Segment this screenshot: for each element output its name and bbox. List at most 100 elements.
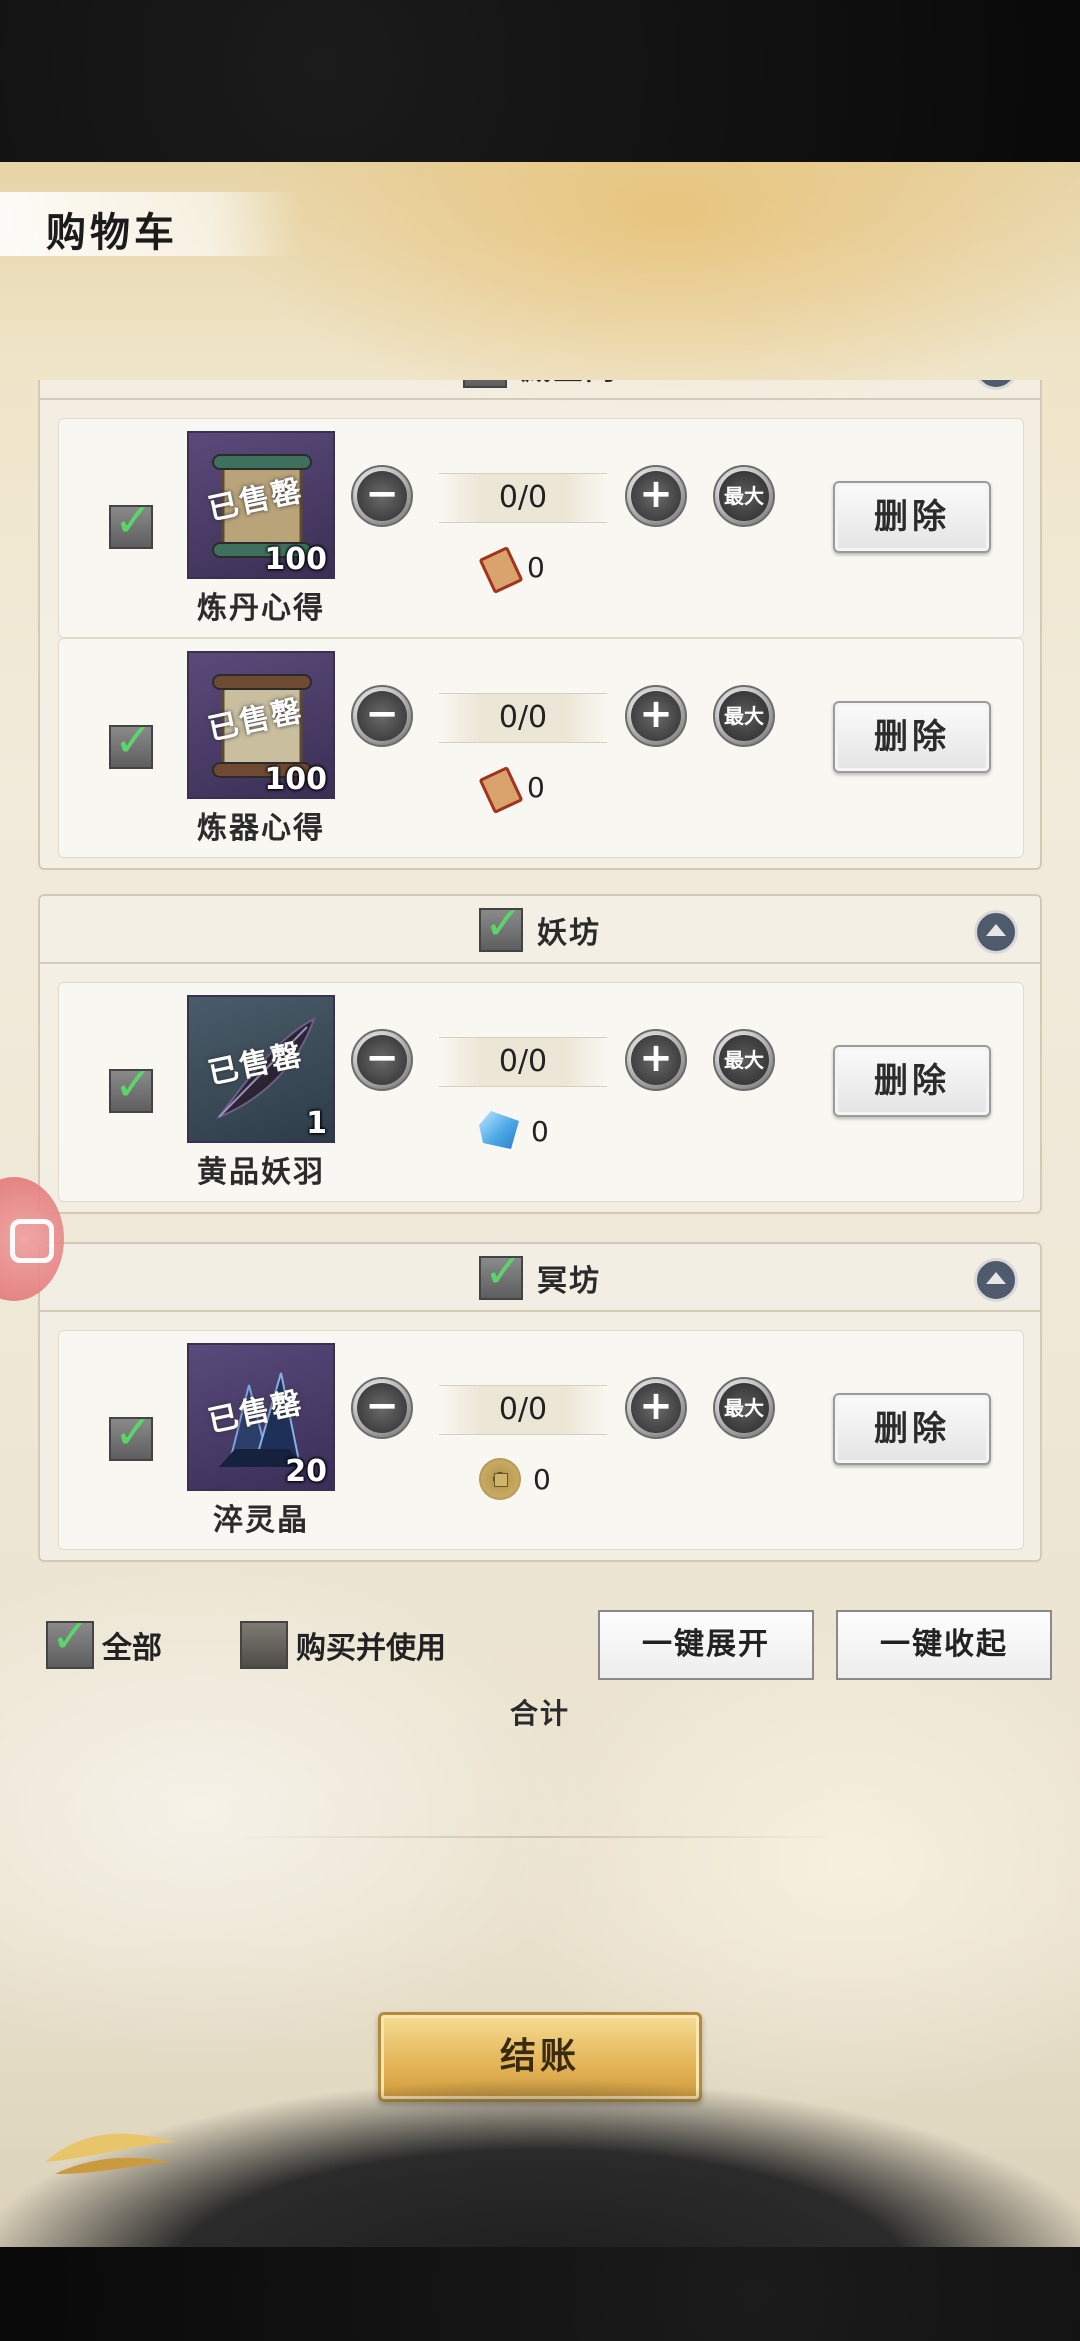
collapse-section-button[interactable]: [974, 380, 1018, 390]
price-value: 0: [533, 1462, 551, 1496]
shop-name: 藏宝阁: [521, 380, 617, 388]
delete-button[interactable]: 删除: [833, 701, 991, 773]
check-icon: ✓: [114, 493, 153, 547]
item-checkbox[interactable]: ✓: [109, 1061, 153, 1113]
plus-icon: +: [631, 1383, 681, 1433]
select-all-label: 全部: [102, 1631, 162, 1666]
gold-wisp-decoration: [45, 2133, 175, 2174]
max-button[interactable]: 最大: [713, 1377, 775, 1439]
max-button[interactable]: 最大: [713, 685, 775, 747]
collapse-section-button[interactable]: [974, 910, 1018, 954]
max-label: 最大: [719, 1035, 769, 1085]
item-icon-feather: 已售罄 1: [187, 995, 335, 1143]
item-count: 1: [306, 1106, 327, 1141]
shop-section-cangbaoge: ✓ 藏宝阁 ✓ 已售罄 100 炼丹心得 −: [38, 380, 1042, 870]
decrease-button[interactable]: −: [351, 465, 413, 527]
shop-checkbox[interactable]: ✓: [479, 900, 523, 952]
shop-section-yaofang: ✓ 妖坊 ✓ 已售罄 1 黄品妖羽 − 0/0 + 最大 0 删除: [38, 894, 1042, 1214]
check-icon: ✓: [114, 1405, 153, 1459]
delete-button[interactable]: 删除: [833, 1045, 991, 1117]
item-price: 0: [479, 767, 545, 807]
minus-icon: −: [357, 1383, 407, 1433]
increase-button[interactable]: +: [625, 1029, 687, 1091]
quantity-display: 0/0: [439, 473, 607, 523]
check-icon: ✓: [114, 1057, 153, 1111]
buy-and-use-label: 购买并使用: [296, 1631, 446, 1666]
item-price: 0: [479, 1458, 551, 1500]
scroll-currency-icon: [479, 767, 515, 807]
decrease-button[interactable]: −: [351, 685, 413, 747]
shop-name: 冥坊: [537, 1264, 601, 1299]
item-checkbox[interactable]: ✓: [109, 1409, 153, 1461]
price-value: 0: [527, 550, 545, 584]
max-label: 最大: [719, 471, 769, 521]
check-icon: ✓: [484, 896, 523, 950]
crystal-currency-icon: [479, 1111, 519, 1149]
coin-currency-icon: [479, 1458, 521, 1500]
chevron-up-icon: [986, 1272, 1006, 1284]
minus-icon: −: [357, 471, 407, 521]
max-label: 最大: [719, 1383, 769, 1433]
decrease-button[interactable]: −: [351, 1029, 413, 1091]
quantity-display: 0/0: [439, 693, 607, 743]
quantity-display: 0/0: [439, 1037, 607, 1087]
item-checkbox[interactable]: ✓: [109, 717, 153, 769]
quantity-display: 0/0: [439, 1385, 607, 1435]
item-count: 100: [264, 762, 327, 797]
minus-icon: −: [357, 1035, 407, 1085]
plus-icon: +: [631, 471, 681, 521]
cart-item-row: ✓ 已售罄 100 炼器心得 − 0/0 + 最大 0 删除: [58, 638, 1024, 858]
item-count: 20: [285, 1454, 327, 1489]
select-all-toggle[interactable]: ✓ 全部: [46, 1613, 162, 1670]
title-banner: 购物车: [0, 192, 300, 256]
decrease-button[interactable]: −: [351, 1377, 413, 1439]
check-icon: ✓: [51, 1609, 90, 1663]
plus-icon: +: [631, 1035, 681, 1085]
check-icon: ✓: [114, 713, 153, 767]
check-icon: ✓: [468, 380, 507, 382]
scroll-currency-icon: [479, 547, 515, 587]
chevron-up-icon: [986, 924, 1006, 936]
buy-and-use-checkbox[interactable]: [240, 1621, 288, 1669]
shop-header: ✓ 冥坊: [40, 1244, 1040, 1312]
price-value: 0: [527, 770, 545, 804]
check-icon: ✓: [484, 1244, 523, 1298]
cart-footer: ✓ 全部 购买并使用 一键展开 一键收起 合计: [0, 1610, 1080, 1800]
item-icon-scroll: 已售罄 100: [187, 651, 335, 799]
bottom-system-bar: [0, 2247, 1080, 2341]
shop-header: ✓ 妖坊: [40, 896, 1040, 964]
page-title: 购物车: [46, 210, 178, 256]
shop-section-mingfang: ✓ 冥坊 ✓ 已售罄 20 淬灵晶 − 0/0 + 最大 0 删除: [38, 1242, 1042, 1562]
collapse-section-button[interactable]: [974, 1258, 1018, 1302]
delete-button[interactable]: 删除: [833, 481, 991, 553]
item-count: 100: [264, 542, 327, 577]
top-system-bar: [0, 0, 1080, 162]
shop-checkbox[interactable]: ✓: [463, 380, 507, 388]
cart-list[interactable]: ✓ 藏宝阁 ✓ 已售罄 100 炼丹心得 −: [0, 380, 1080, 1810]
delete-button[interactable]: 删除: [833, 1393, 991, 1465]
increase-button[interactable]: +: [625, 685, 687, 747]
item-name: 黄品妖羽: [197, 1155, 325, 1190]
select-all-checkbox[interactable]: ✓: [46, 1613, 94, 1669]
max-label: 最大: [719, 691, 769, 741]
increase-button[interactable]: +: [625, 465, 687, 527]
expand-all-button[interactable]: 一键展开: [598, 1610, 814, 1680]
shop-checkbox[interactable]: ✓: [479, 1248, 523, 1300]
minus-icon: −: [357, 691, 407, 741]
item-name: 炼丹心得: [197, 591, 325, 626]
shopping-cart-panel: 购物车 ✓ 藏宝阁 ✓ 已售罄: [0, 162, 1080, 2247]
item-name: 淬灵晶: [213, 1503, 309, 1538]
buy-and-use-toggle[interactable]: 购买并使用: [240, 1620, 446, 1670]
shop-header: ✓ 藏宝阁: [40, 380, 1040, 400]
item-icon-crystal: 已售罄 20: [187, 1343, 335, 1491]
total-label: 合计: [509, 1697, 570, 1730]
item-checkbox[interactable]: ✓: [109, 497, 153, 549]
plus-icon: +: [631, 691, 681, 741]
increase-button[interactable]: +: [625, 1377, 687, 1439]
shop-name: 妖坊: [537, 916, 601, 951]
max-button[interactable]: 最大: [713, 465, 775, 527]
max-button[interactable]: 最大: [713, 1029, 775, 1091]
divider: [240, 1836, 840, 1838]
collapse-all-button[interactable]: 一键收起: [836, 1610, 1052, 1680]
item-price: 0: [479, 547, 545, 587]
